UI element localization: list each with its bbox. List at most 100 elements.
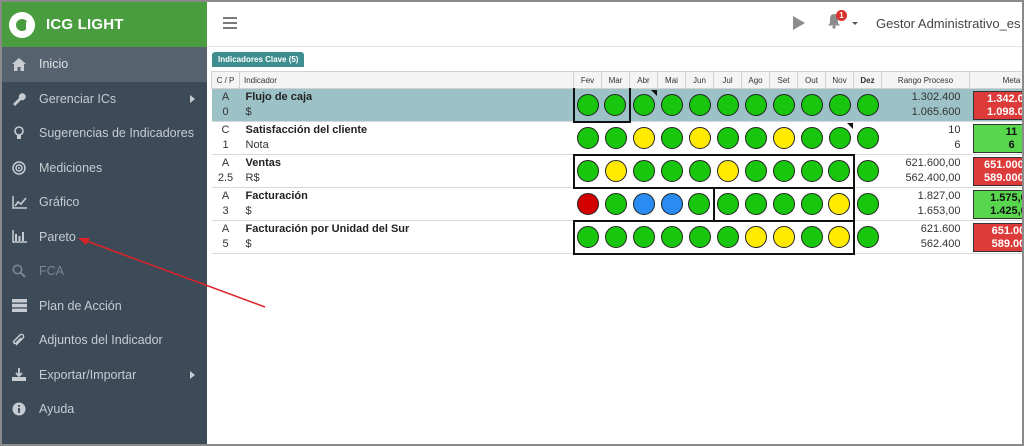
sidebar-item-mediciones[interactable]: Mediciones — [2, 151, 207, 186]
month-status-cell[interactable] — [741, 121, 770, 155]
month-status-cell[interactable] — [741, 219, 770, 255]
col-header-month[interactable]: Out — [797, 71, 826, 89]
month-status-cell[interactable] — [629, 121, 658, 155]
month-status-cell[interactable] — [629, 88, 658, 122]
month-status-cell[interactable] — [769, 186, 798, 221]
month-status-cell[interactable] — [685, 121, 714, 155]
month-status-cell[interactable] — [713, 153, 742, 189]
month-status-cell[interactable] — [769, 219, 798, 255]
month-status-cell[interactable] — [825, 121, 854, 155]
indicator-cell[interactable]: Flujo de caja $ — [239, 88, 574, 122]
month-status-cell[interactable] — [713, 121, 742, 155]
month-status-cell[interactable] — [601, 187, 630, 221]
sidebar-item-pareto[interactable]: Pareto — [2, 220, 207, 255]
col-header-indicator[interactable]: Indicador — [239, 71, 574, 89]
sidebar-item-fca[interactable]: FCA — [2, 254, 207, 289]
sidebar-item-exportar[interactable]: Exportar/Importar — [2, 358, 207, 393]
month-status-cell[interactable] — [825, 219, 855, 255]
month-status-cell[interactable] — [657, 219, 686, 255]
indicator-cell[interactable]: Ventas R$ — [239, 154, 574, 188]
cp-code: C — [221, 124, 230, 136]
month-status-cell[interactable] — [853, 88, 882, 122]
month-status-cell[interactable] — [797, 88, 826, 122]
month-status-cell[interactable] — [741, 153, 770, 189]
month-status-cell[interactable] — [629, 219, 658, 255]
month-status-cell[interactable] — [769, 88, 798, 122]
month-status-cell[interactable] — [685, 88, 714, 122]
month-status-cell[interactable] — [685, 219, 714, 255]
month-status-cell[interactable] — [825, 88, 854, 122]
table-row[interactable]: A 0 Flujo de caja $1.302.400 1.065.600 1.342.… — [211, 88, 1022, 123]
month-status-cell[interactable] — [769, 153, 798, 189]
col-header-month[interactable]: Mar — [601, 71, 630, 89]
month-status-cell[interactable] — [629, 153, 658, 189]
col-header-month[interactable]: Fev — [573, 71, 602, 89]
table-row[interactable]: A 2.5 Ventas R$ 621.600,00 562.400,00 651.000,… — [211, 153, 1022, 189]
month-status-cell[interactable] — [573, 121, 602, 155]
month-status-cell[interactable] — [741, 88, 770, 122]
month-status-cell[interactable] — [601, 153, 630, 189]
month-status-cell[interactable] — [852, 220, 882, 254]
menu-toggle-icon[interactable] — [223, 17, 237, 29]
caret-down-icon — [852, 22, 858, 25]
table-row[interactable]: A 5 Facturación por Unidad del Sur $621.600… — [211, 219, 1022, 255]
col-header-cp[interactable]: C / P — [211, 71, 240, 89]
col-header-month[interactable]: Ago — [741, 71, 770, 89]
month-status-cell[interactable] — [657, 88, 686, 122]
sidebar-item-gerenciar[interactable]: Gerenciar ICs — [2, 82, 207, 117]
table-row[interactable]: A3Facturación$1.827,001.653,001.575,001.… — [211, 186, 1022, 221]
month-status-cell[interactable] — [712, 186, 742, 221]
month-status-cell[interactable] — [797, 186, 826, 221]
month-status-cell[interactable] — [797, 121, 826, 155]
month-status-cell[interactable] — [741, 186, 770, 221]
month-status-cell[interactable] — [713, 88, 742, 122]
col-header-month[interactable]: Jun — [685, 71, 714, 89]
col-header-month[interactable]: Abr — [629, 71, 658, 89]
month-status-cell[interactable] — [601, 121, 630, 155]
month-status-cell[interactable] — [852, 187, 882, 221]
month-status-cell[interactable] — [657, 153, 686, 189]
month-status-cell[interactable] — [657, 121, 686, 155]
sidebar-item-plan-accion[interactable]: Plan de Acción — [2, 289, 207, 324]
sidebar-item-inicio[interactable]: Inicio — [2, 47, 207, 82]
indicator-cell[interactable]: Facturación $ — [239, 187, 574, 221]
col-header-range[interactable]: Rango Proceso — [881, 71, 970, 89]
indicator-cell[interactable]: Satisfacción del cliente Nota — [239, 121, 574, 155]
sidebar-item-adjuntos[interactable]: Adjuntos del Indicador — [2, 323, 207, 358]
month-status-cell[interactable] — [572, 219, 602, 255]
sidebar-item-ayuda[interactable]: Ayuda — [2, 392, 207, 427]
sidebar-item-sugerencias[interactable]: Sugerencias de Indicadores — [2, 116, 207, 151]
month-status-cell[interactable] — [629, 187, 658, 221]
month-status-cell[interactable] — [572, 88, 602, 123]
table-row[interactable]: C 1 Satisfacción del cliente Nota 10 6 11 6 — [211, 121, 1022, 155]
col-header-month[interactable]: Dez — [853, 71, 882, 89]
status-dot-green — [604, 226, 627, 248]
month-status-cell[interactable] — [797, 219, 826, 255]
month-status-cell[interactable] — [713, 219, 742, 255]
brand-header[interactable]: ICG LIGHT — [2, 2, 207, 47]
month-status-cell[interactable] — [825, 186, 855, 221]
month-status-cell[interactable] — [573, 187, 602, 221]
month-status-cell[interactable] — [685, 153, 714, 189]
user-menu[interactable]: Gestor Administrativo_es — [876, 16, 1021, 31]
month-status-cell[interactable] — [825, 153, 855, 189]
tab-indicadores-clave[interactable]: Indicadores Clave (5) — [212, 52, 305, 67]
month-status-cell[interactable] — [657, 187, 686, 221]
month-status-cell[interactable] — [601, 219, 630, 255]
month-status-cell[interactable] — [769, 121, 798, 155]
cp-code: A — [221, 190, 230, 202]
col-header-goal[interactable]: Meta — [969, 71, 1022, 89]
col-header-month[interactable]: Set — [769, 71, 798, 89]
play-icon[interactable] — [793, 16, 805, 30]
indicator-cell[interactable]: Facturación por Unidad del Sur $ — [239, 220, 574, 254]
col-header-month[interactable]: Mai — [657, 71, 686, 89]
sidebar-item-grafico[interactable]: Gráfico — [2, 185, 207, 220]
month-status-cell[interactable] — [797, 153, 826, 189]
month-status-cell[interactable] — [601, 88, 631, 123]
month-status-cell[interactable] — [853, 121, 882, 155]
month-status-cell[interactable] — [572, 153, 602, 189]
month-status-cell[interactable] — [685, 187, 714, 221]
col-header-month[interactable]: Jul — [713, 71, 742, 89]
month-status-cell[interactable] — [852, 154, 882, 188]
col-header-month[interactable]: Nov — [825, 71, 854, 89]
